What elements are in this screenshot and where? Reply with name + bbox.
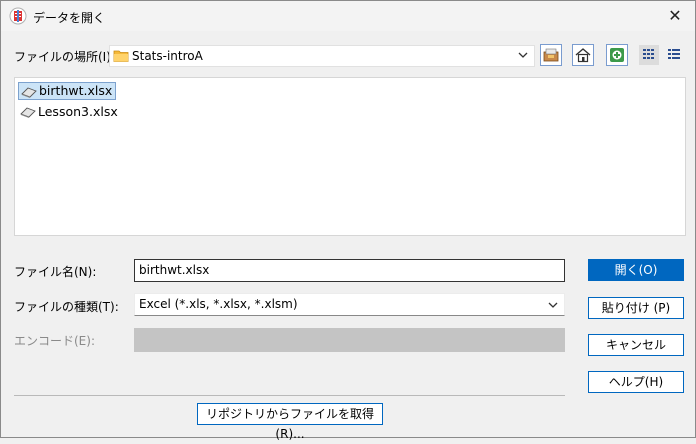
app-icon [9,7,27,25]
location-label: ファイルの場所(I): [14,50,115,64]
filetype-label: ファイルの種類(T): [14,300,119,314]
close-icon[interactable]: ✕ [661,3,689,29]
list-item[interactable]: Lesson3.xlsx [18,103,121,121]
up-folder-button[interactable] [540,44,562,66]
open-button[interactable]: 開く(O) [588,259,684,281]
new-folder-button[interactable] [606,44,628,66]
filename-label: ファイル名(N): [14,265,97,279]
repository-button[interactable]: リポジトリからファイルを取得(R)... [197,403,383,441]
home-button[interactable] [572,44,594,66]
details-view-icon [668,49,680,59]
encoding-select [134,328,565,352]
list-view-button[interactable] [639,45,659,65]
home-icon [575,48,591,63]
filetype-select[interactable]: Excel (*.xls, *.xlsx, *.xlsm) [134,293,565,316]
location-combo[interactable]: Stats-introA [109,45,535,67]
cancel-button[interactable]: キャンセル [588,334,684,356]
up-folder-icon [543,48,559,62]
list-view-icon [643,49,654,59]
file-name: Lesson3.xlsx [38,104,118,119]
help-button[interactable]: ヘルプ(H) [588,371,684,393]
filename-input[interactable]: birthwt.xlsx [134,259,565,282]
list-item[interactable]: birthwt.xlsx [18,82,117,100]
paste-button[interactable]: 貼り付け (P) [588,297,684,319]
new-folder-icon [610,48,624,62]
dialog-title: データを開く [33,11,106,25]
chevron-down-icon [518,52,528,58]
title-bar: データを開く ✕ [1,1,695,31]
encoding-label: エンコード(E): [14,334,95,348]
open-data-dialog: データを開く ✕ ファイルの場所(I): Stats-introA birthw… [0,0,696,441]
divider [14,395,565,396]
file-list[interactable]: birthwt.xlsx Lesson3.xlsx [14,77,686,236]
file-name: birthwt.xlsx [39,83,113,98]
location-value: Stats-introA [132,49,203,63]
chevron-down-icon [548,302,558,308]
filetype-value: Excel (*.xls, *.xlsx, *.xlsm) [139,297,298,311]
folder-icon [113,50,129,62]
spreadsheet-file-icon [20,107,36,118]
spreadsheet-file-icon [21,87,37,98]
details-view-button[interactable] [664,45,684,65]
